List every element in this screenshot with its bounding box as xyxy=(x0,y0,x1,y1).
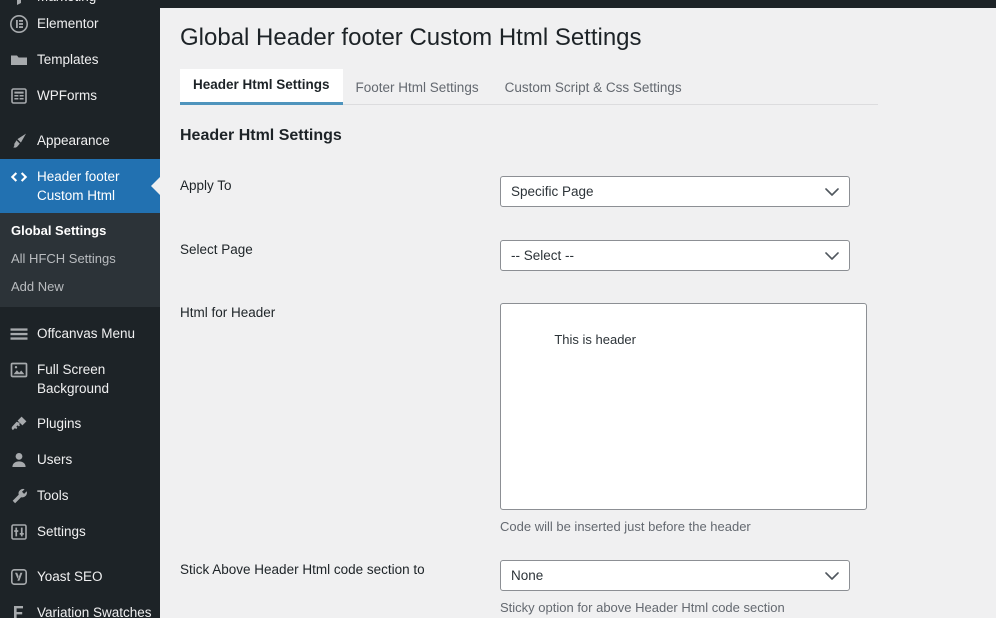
sidebar-item-label: Appearance xyxy=(37,131,160,150)
yoast-icon xyxy=(9,567,29,587)
sliders-icon xyxy=(9,522,29,542)
admin-menu: MarketingElementorTemplatesWPFormsAppear… xyxy=(0,0,160,213)
apply-to-control: Specific Page xyxy=(500,176,996,207)
main-content: Global Header footer Custom Html Setting… xyxy=(160,0,996,618)
menu-icon xyxy=(9,324,29,344)
sidebar-item-label: WPForms xyxy=(37,86,160,105)
sidebar-item-label: Header footer Custom Html xyxy=(37,167,160,205)
sidebar-item-label: Full Screen Background xyxy=(37,360,160,398)
sidebar-item-label: Yoast SEO xyxy=(37,567,160,586)
select-page-value: -- Select -- xyxy=(511,248,574,263)
apply-to-value: Specific Page xyxy=(511,184,594,199)
menu-separator xyxy=(0,550,160,559)
sidebar-item-appearance[interactable]: Appearance xyxy=(0,123,160,159)
sidebar-item-tools[interactable]: Tools xyxy=(0,478,160,514)
menu-separator xyxy=(0,307,160,316)
sidebar-item-users[interactable]: Users xyxy=(0,442,160,478)
sidebar-item-yoast-seo[interactable]: Yoast SEO xyxy=(0,559,160,595)
sidebar-item-label: Templates xyxy=(37,50,160,69)
sidebar-item-variation-swatches[interactable]: Variation Swatches xyxy=(0,595,160,618)
tab-custom-script-css-settings[interactable]: Custom Script & Css Settings xyxy=(492,72,695,105)
sidebar-item-settings[interactable]: Settings xyxy=(0,514,160,550)
field-apply-to: Apply To Specific Page xyxy=(180,176,996,207)
admin-bar xyxy=(160,0,996,8)
stick-above-select[interactable]: None xyxy=(500,560,850,591)
sidebar-item-plugins[interactable]: Plugins xyxy=(0,406,160,442)
content-wrap: Global Header footer Custom Html Setting… xyxy=(160,8,996,617)
stick-above-help: Sticky option for above Header Html code… xyxy=(500,591,996,617)
sidebar-item-full-screen-background[interactable]: Full Screen Background xyxy=(0,352,160,406)
user-icon xyxy=(9,450,29,470)
form-icon xyxy=(9,86,29,106)
wp-admin-screen: MarketingElementorTemplatesWPFormsAppear… xyxy=(0,0,996,618)
sidebar-item-templates[interactable]: Templates xyxy=(0,42,160,78)
plug-icon xyxy=(9,414,29,434)
page-title: Global Header footer Custom Html Setting… xyxy=(180,8,996,71)
chevron-down-icon xyxy=(825,571,839,580)
elementor-icon xyxy=(9,14,29,34)
folder-icon xyxy=(9,50,29,70)
stick-above-control: None Sticky option for above Header Html… xyxy=(500,560,996,617)
submenu-item-all-hfch-settings[interactable]: All HFCH Settings xyxy=(0,245,160,273)
menu-separator xyxy=(0,114,160,123)
html-for-header-label: Html for Header xyxy=(180,303,500,322)
field-select-page: Select Page -- Select -- xyxy=(180,240,996,271)
paintbrush-icon xyxy=(9,131,29,151)
tab-header-html-settings[interactable]: Header Html Settings xyxy=(180,69,343,105)
sidebar-item-label: Users xyxy=(37,450,160,469)
select-page-control: -- Select -- xyxy=(500,240,996,271)
stick-above-label: Stick Above Header Html code section to xyxy=(180,560,500,579)
sidebar-item-label: Variation Swatches xyxy=(37,603,160,618)
sidebar-item-wpforms[interactable]: WPForms xyxy=(0,78,160,114)
submenu-item-global-settings[interactable]: Global Settings xyxy=(0,217,160,245)
chevron-down-icon xyxy=(825,251,839,260)
admin-sidebar: MarketingElementorTemplatesWPFormsAppear… xyxy=(0,0,160,618)
section-title: Header Html Settings xyxy=(180,105,996,145)
wrench-icon xyxy=(9,486,29,506)
code-icon xyxy=(9,167,29,187)
admin-menu-lower: Offcanvas Menu Full Screen Background Plug… xyxy=(0,307,160,618)
apply-to-select[interactable]: Specific Page xyxy=(500,176,850,207)
sidebar-item-header-footer-custom-html[interactable]: Header footer Custom Html xyxy=(0,159,160,213)
stick-above-value: None xyxy=(511,568,543,583)
html-for-header-value: This is header xyxy=(554,332,636,347)
select-page-label: Select Page xyxy=(180,240,500,259)
select-page-select[interactable]: -- Select -- xyxy=(500,240,850,271)
resize-handle-icon[interactable] xyxy=(853,496,865,508)
field-stick-above: Stick Above Header Html code section to … xyxy=(180,560,996,617)
sidebar-item-offcanvas-menu[interactable]: Offcanvas Menu xyxy=(0,316,160,352)
chevron-down-icon xyxy=(825,187,839,196)
html-for-header-help: Code will be inserted just before the he… xyxy=(500,510,996,536)
submenu-item-add-new[interactable]: Add New xyxy=(0,273,160,301)
apply-to-label: Apply To xyxy=(180,176,500,195)
tab-footer-html-settings[interactable]: Footer Html Settings xyxy=(343,72,492,105)
html-for-header-textarea[interactable]: This is header xyxy=(500,303,867,510)
swatches-icon xyxy=(9,603,29,618)
field-html-for-header: Html for Header This is header Code will… xyxy=(180,303,996,536)
sidebar-item-label: Elementor xyxy=(37,14,160,33)
tab-bar: Header Html SettingsFooter Html Settings… xyxy=(180,71,878,105)
sidebar-item-label: Plugins xyxy=(37,414,160,433)
sidebar-item-elementor[interactable]: Elementor xyxy=(0,6,160,42)
admin-submenu: Global SettingsAll HFCH SettingsAdd New xyxy=(0,213,160,307)
image-icon xyxy=(9,360,29,380)
sidebar-item-label: Settings xyxy=(37,522,160,541)
sidebar-item-label: Tools xyxy=(37,486,160,505)
sidebar-item-label: Offcanvas Menu xyxy=(37,324,160,343)
html-for-header-control: This is header Code will be inserted jus… xyxy=(500,303,996,536)
